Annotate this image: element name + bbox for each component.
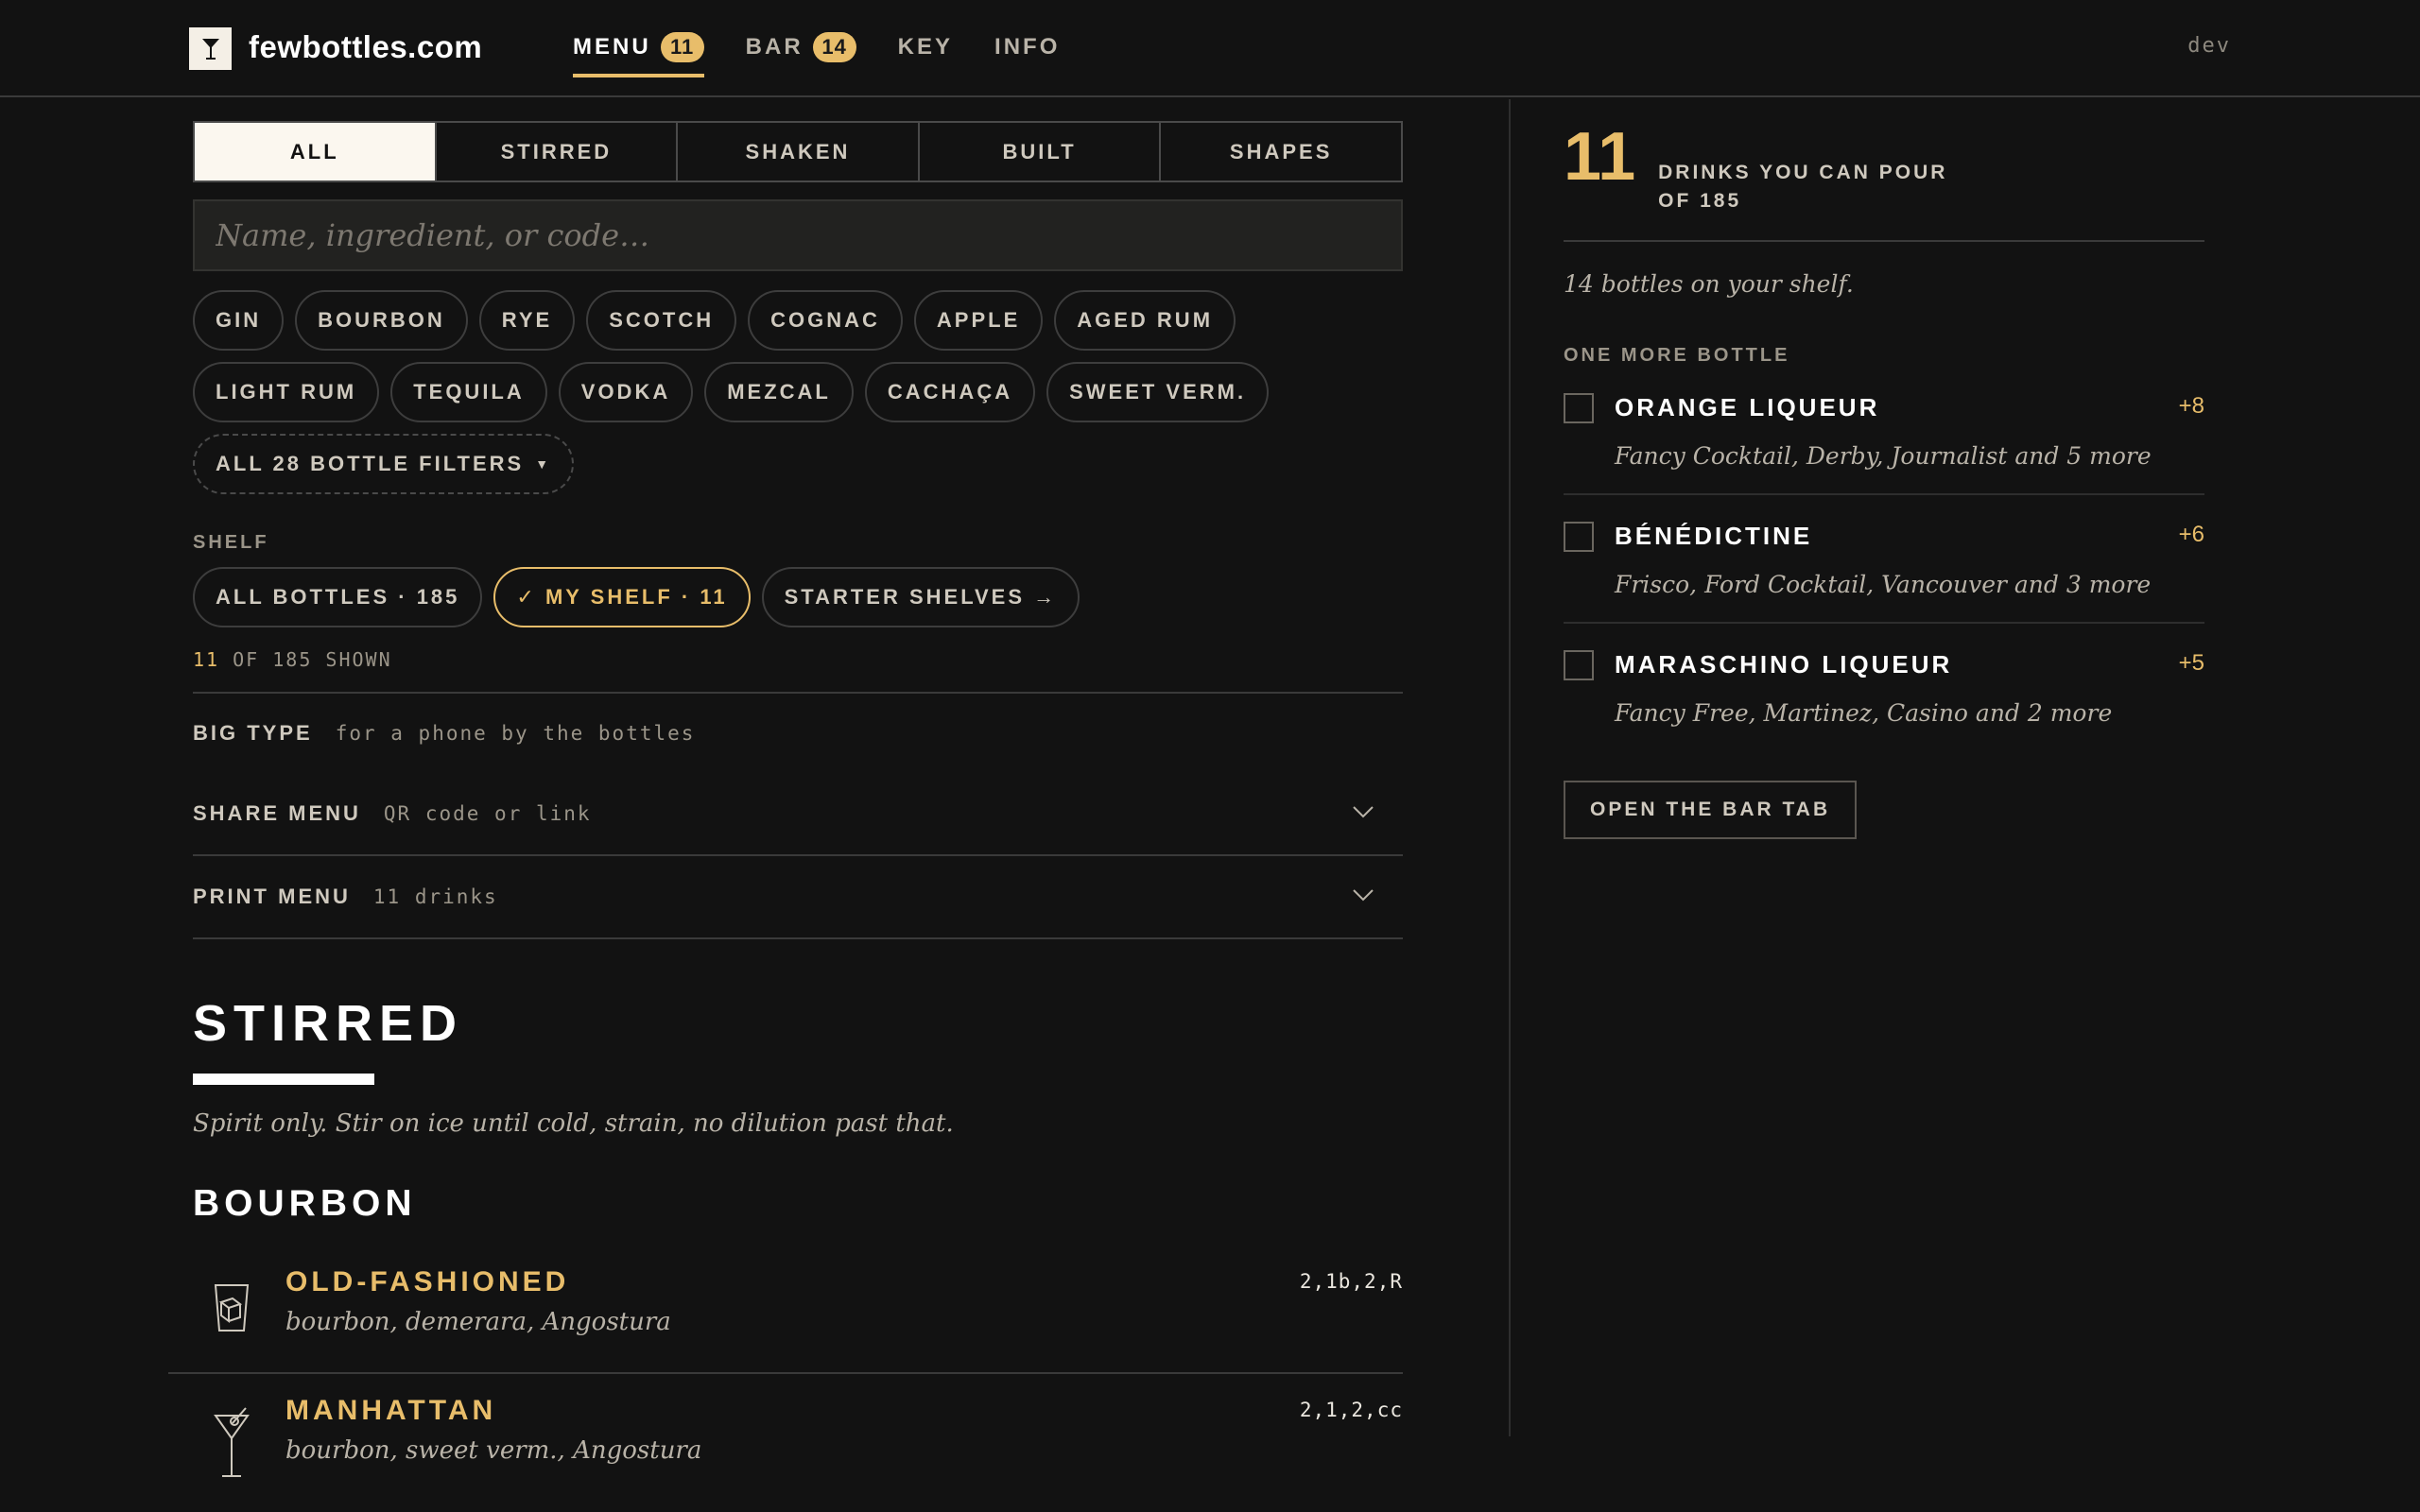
- section-rule: [193, 1074, 374, 1085]
- pour-count-line1: DRINKS YOU CAN POUR: [1658, 162, 1948, 183]
- filter-chip-bourbon[interactable]: BOURBON: [295, 290, 468, 351]
- pour-count-text: DRINKS YOU CAN POUR OF 185: [1658, 159, 1998, 215]
- suggestion-checkbox[interactable]: [1564, 522, 1594, 552]
- suggestion-item[interactable]: BÉNÉDICTINE +6 Frisco, Ford Cocktail, Va…: [1564, 495, 2204, 624]
- suggestion-name: BÉNÉDICTINE: [1615, 522, 1813, 550]
- nav-key[interactable]: KEY: [898, 26, 953, 68]
- nav-info[interactable]: INFO: [994, 26, 1060, 68]
- suggestion-name: MARASCHINO LIQUEUR: [1615, 650, 1953, 679]
- filter-chip-aged-rum[interactable]: AGED RUM: [1054, 290, 1236, 351]
- suggestion-drinks: Fancy Free, Martinez, Casino and 2 more: [1615, 699, 2113, 727]
- top-bar: fewbottles.com MENU 11 BAR 14 KEY INFO d…: [0, 0, 2420, 97]
- column-separator: [1509, 99, 1511, 1436]
- logo-icon[interactable]: [189, 27, 232, 70]
- pour-count-line2: OF 185: [1658, 190, 1742, 212]
- cocktail-glass-icon: [208, 1402, 255, 1477]
- filter-chip-gin[interactable]: GIN: [193, 290, 285, 351]
- nav-menu-badge: 11: [660, 32, 704, 62]
- drink-code: 2,1b,2,R: [1299, 1270, 1403, 1293]
- group-title: BOURBON: [193, 1183, 417, 1224]
- pour-count-number: 11: [1564, 119, 1636, 195]
- all-filters-button[interactable]: ALL 28 BOTTLE FILTERS ▼: [193, 434, 575, 494]
- filter-chip-tequila[interactable]: TEQUILA: [390, 362, 547, 422]
- filter-chip-apple[interactable]: APPLE: [913, 290, 1044, 351]
- one-more-bottle-label: ONE MORE BOTTLE: [1564, 345, 1790, 366]
- suggestion-drinks: Frisco, Ford Cocktail, Vancouver and 3 m…: [1615, 571, 2152, 598]
- drink-row[interactable]: OLD-FASHIONED bourbon, demerara, Angostu…: [168, 1246, 1403, 1374]
- shelf-starter-shelves[interactable]: STARTER SHELVES →: [761, 567, 1080, 627]
- nav-menu[interactable]: MENU 11: [573, 26, 704, 77]
- bottle-filters: GIN BOURBON RYE SCOTCH COGNAC APPLE AGED…: [193, 290, 1403, 506]
- suggestion-gain: +8: [2178, 393, 2204, 419]
- shelf-summary: 11 DRINKS YOU CAN POUR OF 185 14 bottles…: [1564, 119, 2204, 839]
- share-menu-title: SHARE MENU: [193, 801, 361, 825]
- print-menu-title: PRINT MENU: [193, 885, 351, 908]
- suggestion-gain: +5: [2178, 650, 2204, 676]
- filter-chip-rye[interactable]: RYE: [478, 290, 576, 351]
- filter-chip-mezcal[interactable]: MEZCAL: [704, 362, 854, 422]
- suggestion-checkbox[interactable]: [1564, 393, 1594, 423]
- shown-count: 11 OF 185 SHOWN: [193, 648, 1403, 671]
- shown-number: 11: [193, 648, 220, 671]
- suggestion-item[interactable]: ORANGE LIQUEUR +8 Fancy Cocktail, Derby,…: [1564, 367, 2204, 495]
- filter-chip-scotch[interactable]: SCOTCH: [586, 290, 737, 351]
- category-tabs: ALL STIRRED SHAKEN BUILT SHAPES: [193, 121, 1403, 182]
- tab-shapes[interactable]: SHAPES: [1161, 123, 1401, 180]
- main-nav: MENU 11 BAR 14 KEY INFO: [573, 26, 1101, 77]
- print-menu-row[interactable]: PRINT MENU 11 drinks: [193, 856, 1403, 939]
- shelf-options: ALL BOTTLES · 185 ✓ MY SHELF · 11 STARTE…: [193, 567, 1403, 627]
- shelf-all-bottles[interactable]: ALL BOTTLES · 185: [193, 567, 483, 627]
- drink-name: OLD-FASHIONED: [285, 1266, 570, 1297]
- nav-key-label: KEY: [897, 34, 954, 60]
- tab-shaken[interactable]: SHAKEN: [678, 123, 920, 180]
- suggestion-drinks: Fancy Cocktail, Derby, Journalist and 5 …: [1615, 442, 2152, 470]
- menu-column: ALL STIRRED SHAKEN BUILT SHAPES GIN BOUR…: [168, 121, 1403, 1503]
- share-menu-sub: QR code or link: [383, 802, 592, 825]
- pour-count: 11 DRINKS YOU CAN POUR OF 185: [1564, 119, 2204, 242]
- search-box: [193, 199, 1403, 271]
- shelf-my-shelf[interactable]: ✓ MY SHELF · 11: [493, 567, 751, 627]
- share-menu-row[interactable]: SHARE MENU QR code or link: [193, 773, 1403, 856]
- print-menu-sub: 11 drinks: [372, 885, 498, 908]
- suggestion-item[interactable]: MARASCHINO LIQUEUR +5 Fancy Free, Martin…: [1564, 624, 2204, 752]
- filter-chip-cognac[interactable]: COGNAC: [748, 290, 903, 351]
- shelf-label: SHELF: [193, 532, 269, 553]
- big-type-sub: for a phone by the bottles: [335, 722, 696, 745]
- suggestion-name: ORANGE LIQUEUR: [1615, 393, 1880, 421]
- filter-chip-cachaca[interactable]: CACHAÇA: [864, 362, 1036, 422]
- section-title: STIRRED: [193, 995, 464, 1052]
- tab-stirred[interactable]: STIRRED: [437, 123, 679, 180]
- drink-row[interactable]: MANHATTAN bourbon, sweet verm., Angostur…: [168, 1374, 1403, 1503]
- suggestion-checkbox[interactable]: [1564, 650, 1594, 680]
- filter-chip-vodka[interactable]: VODKA: [558, 362, 694, 422]
- search-input[interactable]: [216, 217, 1380, 253]
- filter-chip-sweet-verm[interactable]: SWEET VERM.: [1046, 362, 1270, 422]
- tab-built[interactable]: BUILT: [920, 123, 1162, 180]
- filter-chip-light-rum[interactable]: LIGHT RUM: [193, 362, 380, 422]
- chevron-down-icon: [1352, 888, 1374, 906]
- drink-ingredients: bourbon, demerara, Angostura: [285, 1308, 671, 1336]
- big-type-toggle[interactable]: BIG TYPE for a phone by the bottles: [193, 694, 1403, 773]
- all-filters-label: ALL 28 BOTTLE FILTERS: [216, 452, 525, 475]
- drink-ingredients: bourbon, sweet verm., Angostura: [285, 1436, 702, 1465]
- drink-name: MANHATTAN: [285, 1395, 497, 1426]
- nav-bar-label: BAR: [745, 34, 804, 60]
- nav-info-label: INFO: [994, 34, 1061, 60]
- nav-menu-label: MENU: [573, 34, 651, 60]
- suggestion-gain: +6: [2178, 522, 2204, 547]
- shown-text: OF 185 SHOWN: [233, 648, 392, 671]
- site-name[interactable]: fewbottles.com: [249, 29, 482, 65]
- chevron-down-icon: [1352, 805, 1374, 823]
- section-description: Spirit only. Stir on ice until cold, str…: [193, 1109, 954, 1138]
- tab-all[interactable]: ALL: [195, 123, 437, 180]
- env-label: dev: [2187, 34, 2231, 58]
- bottles-on-shelf: 14 bottles on your shelf.: [1564, 270, 1854, 298]
- nav-bar[interactable]: BAR 14: [746, 26, 856, 68]
- caret-down-icon: ▼: [535, 456, 552, 472]
- drink-code: 2,1,2,cc: [1299, 1399, 1403, 1421]
- nav-bar-badge: 14: [812, 32, 856, 62]
- big-type-title: BIG TYPE: [193, 721, 313, 745]
- rocks-glass-icon: [208, 1274, 255, 1340]
- open-bar-tab-button[interactable]: OPEN THE BAR TAB: [1564, 781, 1858, 839]
